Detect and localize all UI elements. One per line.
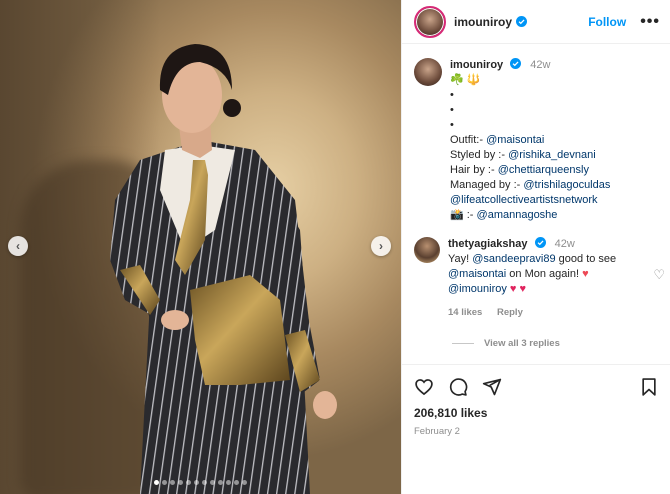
post-details-panel: imouniroy Follow ••• imouniroy 42w ☘️ 🔱 … bbox=[401, 0, 670, 494]
carousel-dot bbox=[218, 480, 223, 485]
comment-text: Yay! @sandeepravi89 good to see @maisont… bbox=[448, 252, 648, 297]
verified-icon bbox=[516, 16, 528, 27]
caption-row: imouniroy 42w ☘️ 🔱 • • • Outfit:- @maiso… bbox=[414, 58, 659, 223]
caption-avatar[interactable] bbox=[414, 58, 442, 86]
mention-link[interactable]: @lifeatcollectiveartistsnetwork bbox=[450, 194, 598, 206]
carousel-dot bbox=[162, 480, 167, 485]
previous-slide-button[interactable]: ‹ bbox=[8, 236, 28, 256]
caption-bullet: • bbox=[450, 89, 454, 101]
comment-likes-count[interactable]: 14 likes bbox=[448, 307, 482, 318]
mention-link[interactable]: @sandeepravi89 bbox=[472, 253, 555, 265]
caption-styled-label: Styled by :- bbox=[450, 149, 509, 161]
more-icon[interactable]: ••• bbox=[640, 13, 660, 31]
carousel-dot bbox=[226, 480, 231, 485]
next-slide-button[interactable]: › bbox=[371, 236, 391, 256]
caption-time[interactable]: 42w bbox=[530, 59, 550, 71]
chevron-left-icon: ‹ bbox=[16, 239, 20, 253]
post-date[interactable]: February 2 bbox=[414, 426, 659, 437]
comment-item: thetyagiakshay 42w Yay! @sandeepravi89 g… bbox=[414, 237, 665, 320]
red-heart-icon: ♥ bbox=[582, 268, 589, 280]
carousel-dot bbox=[154, 480, 159, 485]
photo-subject-illustration bbox=[110, 44, 337, 494]
comment-text-part: Yay! bbox=[448, 253, 473, 265]
carousel-dot bbox=[170, 480, 175, 485]
mention-link[interactable]: @maisontai bbox=[486, 134, 544, 146]
comment-text-part: good to see bbox=[555, 253, 617, 265]
comment-like-heart-icon[interactable]: ♡ bbox=[653, 267, 665, 283]
comment-icon[interactable] bbox=[448, 377, 468, 397]
caption-emoji: ☘️ 🔱 bbox=[450, 74, 481, 86]
commenter-username[interactable]: thetyagiakshay bbox=[448, 238, 527, 250]
carousel-dot bbox=[202, 480, 207, 485]
carousel-dot bbox=[194, 480, 199, 485]
view-replies-label: View all 3 replies bbox=[484, 338, 560, 349]
comment-meta: 14 likes Reply bbox=[448, 305, 648, 320]
view-replies-button[interactable]: View all 3 replies bbox=[452, 338, 659, 349]
mention-link[interactable]: @amannagoshe bbox=[477, 209, 558, 221]
heart-icon[interactable] bbox=[414, 377, 434, 397]
comment-time[interactable]: 42w bbox=[555, 238, 575, 250]
caption-outfit-label: Outfit:- bbox=[450, 134, 487, 146]
save-icon[interactable] bbox=[639, 377, 659, 397]
mention-link[interactable]: @rishika_devnani bbox=[508, 149, 596, 161]
caption-bullet: • bbox=[450, 119, 454, 131]
chevron-right-icon: › bbox=[379, 239, 383, 253]
mention-link[interactable]: @chettiarqueensly bbox=[498, 164, 589, 176]
comments-section: imouniroy 42w ☘️ 🔱 • • • Outfit:- @maiso… bbox=[402, 44, 670, 364]
post-header: imouniroy Follow ••• bbox=[402, 0, 670, 44]
post-actions: 206,810 likes February 2 bbox=[402, 364, 670, 437]
author-avatar[interactable] bbox=[414, 5, 446, 38]
replies-divider bbox=[452, 343, 474, 344]
verified-icon bbox=[510, 58, 522, 69]
follow-button[interactable]: Follow bbox=[588, 15, 626, 29]
mention-link[interactable]: @maisontai bbox=[448, 268, 506, 280]
caption-camera-label: 📸 :- bbox=[450, 209, 477, 221]
caption-managed-label: Managed by :- bbox=[450, 179, 524, 191]
carousel-indicator bbox=[0, 480, 401, 485]
pink-heart-icon: ♥ bbox=[519, 283, 527, 295]
caption-text: imouniroy 42w ☘️ 🔱 • • • Outfit:- @maiso… bbox=[450, 58, 610, 223]
carousel-dot bbox=[210, 480, 215, 485]
share-icon[interactable] bbox=[482, 377, 502, 397]
verified-icon bbox=[534, 237, 546, 248]
carousel-dot bbox=[186, 480, 191, 485]
caption-bullet: • bbox=[450, 104, 454, 116]
commenter-avatar[interactable] bbox=[414, 237, 440, 263]
reply-button[interactable]: Reply bbox=[497, 307, 523, 318]
carousel-dot bbox=[178, 480, 183, 485]
comment-body: thetyagiakshay 42w Yay! @sandeepravi89 g… bbox=[448, 237, 648, 320]
post-image[interactable]: ‹ › bbox=[0, 0, 401, 494]
author-username[interactable]: imouniroy bbox=[454, 15, 512, 29]
action-bar bbox=[414, 377, 659, 397]
comment-text-part: on Mon again! bbox=[506, 268, 583, 280]
pink-heart-icon: ♥ bbox=[509, 283, 517, 295]
carousel-dot bbox=[234, 480, 239, 485]
mention-link[interactable]: @imouniroy bbox=[448, 283, 507, 295]
caption-hair-label: Hair by :- bbox=[450, 164, 498, 176]
caption-author[interactable]: imouniroy bbox=[450, 59, 503, 71]
carousel-dot bbox=[242, 480, 247, 485]
likes-count[interactable]: 206,810 likes bbox=[414, 406, 659, 420]
mention-link[interactable]: @trishilagoculdas bbox=[523, 179, 610, 191]
